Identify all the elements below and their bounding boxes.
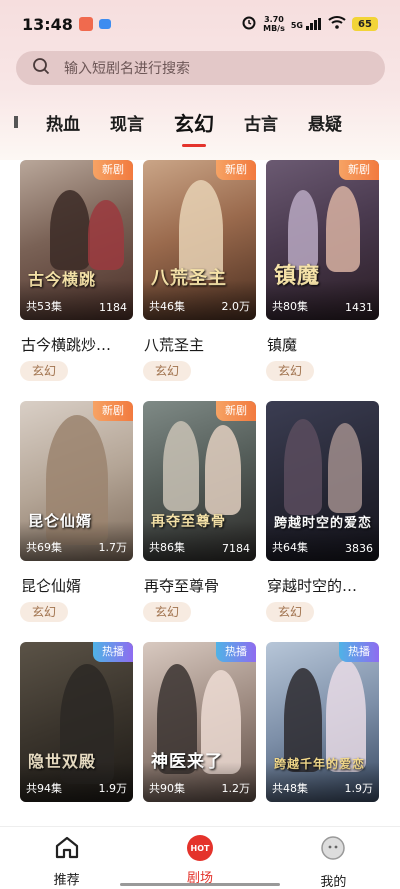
nav-theater[interactable]: HOT 剧场 xyxy=(133,827,266,889)
genre-tag: 玄幻 xyxy=(266,602,314,622)
drama-poster[interactable]: 八荒圣主 新剧 共46集 2.0万 xyxy=(143,160,256,320)
wifi-icon xyxy=(328,15,346,33)
view-count: 3836 xyxy=(345,542,373,555)
battery-indicator: 65 xyxy=(352,17,378,31)
drama-poster[interactable]: 古今横跳 新剧 共53集 1184 xyxy=(20,160,133,320)
drama-title[interactable]: 穿越时空的… xyxy=(267,575,387,596)
hot-badge: 热播 xyxy=(93,642,133,662)
drama-poster[interactable]: 神医来了 热播 共90集 1.2万 xyxy=(143,642,256,802)
tab-guyan[interactable]: 古言 xyxy=(244,110,278,135)
view-count: 1431 xyxy=(345,301,373,314)
tab-xuanyi[interactable]: 悬疑 xyxy=(308,110,342,135)
search-placeholder: 输入短剧名进行搜索 xyxy=(64,61,190,77)
episode-count: 共80集 xyxy=(272,300,308,313)
genre-tag: 玄幻 xyxy=(143,361,191,381)
episode-count: 共53集 xyxy=(26,300,62,313)
nav-home[interactable]: 推荐 xyxy=(0,827,133,889)
new-badge: 新剧 xyxy=(339,160,379,180)
drama-title[interactable]: 昆仑仙婿 xyxy=(21,575,141,596)
drama-poster[interactable]: 隐世双殿 热播 共94集 1.9万 xyxy=(20,642,133,802)
bottom-navigation: 推荐 HOT 剧场 我的 xyxy=(0,826,400,889)
drama-poster[interactable]: 跨越千年的爱恋 热播 共48集 1.9万 xyxy=(266,642,379,802)
search-icon xyxy=(32,57,50,79)
drama-title[interactable]: 镇魔 xyxy=(267,334,387,355)
genre-tag: 玄幻 xyxy=(20,602,68,622)
genre-tag: 玄幻 xyxy=(266,361,314,381)
search-input[interactable]: 输入短剧名进行搜索 xyxy=(16,51,385,85)
new-badge: 新剧 xyxy=(93,401,133,421)
new-badge: 新剧 xyxy=(216,401,256,421)
hot-badge: 热播 xyxy=(216,642,256,662)
drama-title[interactable]: 再夺至尊骨 xyxy=(144,575,264,596)
new-badge: 新剧 xyxy=(216,160,256,180)
genre-tag: 玄幻 xyxy=(143,602,191,622)
view-count: 1.9万 xyxy=(98,782,128,795)
hot-theater-icon: HOT xyxy=(186,835,213,861)
drama-title[interactable]: 古今横跳炒… xyxy=(21,334,141,355)
alarm-icon xyxy=(241,14,257,34)
episode-count: 共69集 xyxy=(26,541,62,554)
episode-count: 共86集 xyxy=(149,541,185,554)
episode-count: 共46集 xyxy=(149,300,185,313)
new-badge: 新剧 xyxy=(93,160,133,180)
view-count: 7184 xyxy=(222,542,250,555)
nav-me[interactable]: 我的 xyxy=(267,827,400,889)
drama-poster[interactable]: 镇魔 新剧 共80集 1431 xyxy=(266,160,379,320)
signal-icon: 5G xyxy=(291,18,322,30)
drama-poster[interactable]: 昆仑仙婿 新剧 共69集 1.7万 xyxy=(20,401,133,561)
episode-count: 共94集 xyxy=(26,782,62,795)
profile-icon xyxy=(320,835,346,865)
nav-me-label: 我的 xyxy=(320,875,347,889)
net-speed: 3.70 MB/s xyxy=(263,15,285,33)
app-notification-icon xyxy=(78,17,93,31)
home-indicator xyxy=(120,883,280,886)
tab-xianyan[interactable]: 现言 xyxy=(110,110,144,135)
drama-poster[interactable]: 再夺至尊骨 新剧 共86集 7184 xyxy=(143,401,256,561)
view-count: 1.2万 xyxy=(221,782,251,795)
view-count: 1.7万 xyxy=(98,541,128,554)
episode-count: 共64集 xyxy=(272,541,308,554)
drama-title[interactable]: 八荒圣主 xyxy=(144,334,264,355)
tab-rexue[interactable]: 热血 xyxy=(46,110,80,135)
status-bar: 13:48 3.70 MB/s 5G 65 xyxy=(0,0,400,48)
drama-poster[interactable]: 跨越时空的爱恋 共64集 3836 xyxy=(266,401,379,561)
hot-badge: 热播 xyxy=(339,642,379,662)
episode-count: 共90集 xyxy=(149,782,185,795)
app-notification-icon xyxy=(98,19,111,29)
view-count: 1.9万 xyxy=(344,782,374,795)
home-icon xyxy=(54,835,80,863)
tab-xuanhuan[interactable]: 玄幻 xyxy=(174,108,214,147)
status-time: 13:48 xyxy=(22,14,73,34)
genre-tag: 玄幻 xyxy=(20,361,68,381)
tabs-scroll-edge xyxy=(14,116,18,128)
nav-home-label: 推荐 xyxy=(53,873,80,888)
episode-count: 共48集 xyxy=(272,782,308,795)
view-count: 2.0万 xyxy=(221,300,251,313)
view-count: 1184 xyxy=(99,301,127,314)
category-tabs: 热血 现言 玄幻 古言 悬疑 xyxy=(0,100,400,147)
